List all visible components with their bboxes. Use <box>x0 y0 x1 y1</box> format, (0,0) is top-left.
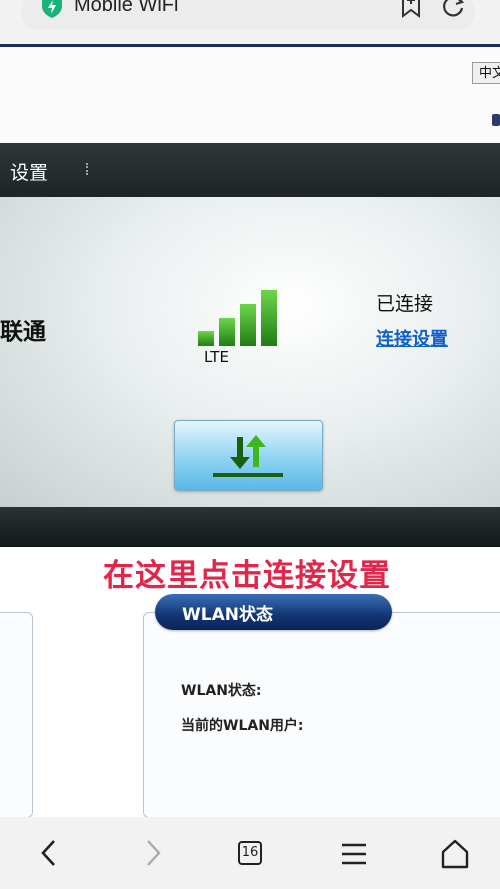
forward-icon[interactable] <box>142 838 164 872</box>
nav-bar <box>0 143 500 197</box>
page-top-area <box>0 47 500 143</box>
home-icon[interactable] <box>439 838 471 874</box>
transfer-arrows-icon <box>213 435 283 477</box>
back-icon[interactable] <box>38 838 60 872</box>
signal-strength-icon <box>198 288 282 352</box>
bookmark-add-icon[interactable] <box>398 0 424 22</box>
operator-name: 联通 <box>0 319 46 345</box>
nav-settings-item[interactable]: 设置 <box>10 158 48 185</box>
connect-toggle-button[interactable] <box>174 420 323 491</box>
connection-status: 已连接 <box>376 293 434 315</box>
instruction-caption: 在这里点击连接设置 <box>103 558 391 594</box>
left-info-box <box>0 612 33 818</box>
shield-icon <box>40 0 64 22</box>
address-bar-title[interactable]: Mobile WiFi <box>74 0 178 17</box>
wlan-users-label: 当前的WLAN用户: <box>181 718 304 734</box>
nav-divider <box>86 163 90 175</box>
reload-icon[interactable] <box>440 0 466 22</box>
language-button[interactable]: 中文 <box>472 62 500 84</box>
menu-icon[interactable] <box>340 843 368 869</box>
panel-footer-bar <box>0 507 500 547</box>
wlan-status-label: WLAN状态: <box>181 683 262 699</box>
network-type-label: LTE <box>204 348 229 366</box>
connection-settings-link[interactable]: 连接设置 <box>376 325 448 351</box>
scroll-indicator <box>492 114 500 126</box>
tab-count-button[interactable]: 16 <box>238 841 262 865</box>
wlan-tab-title: WLAN状态 <box>182 605 273 625</box>
